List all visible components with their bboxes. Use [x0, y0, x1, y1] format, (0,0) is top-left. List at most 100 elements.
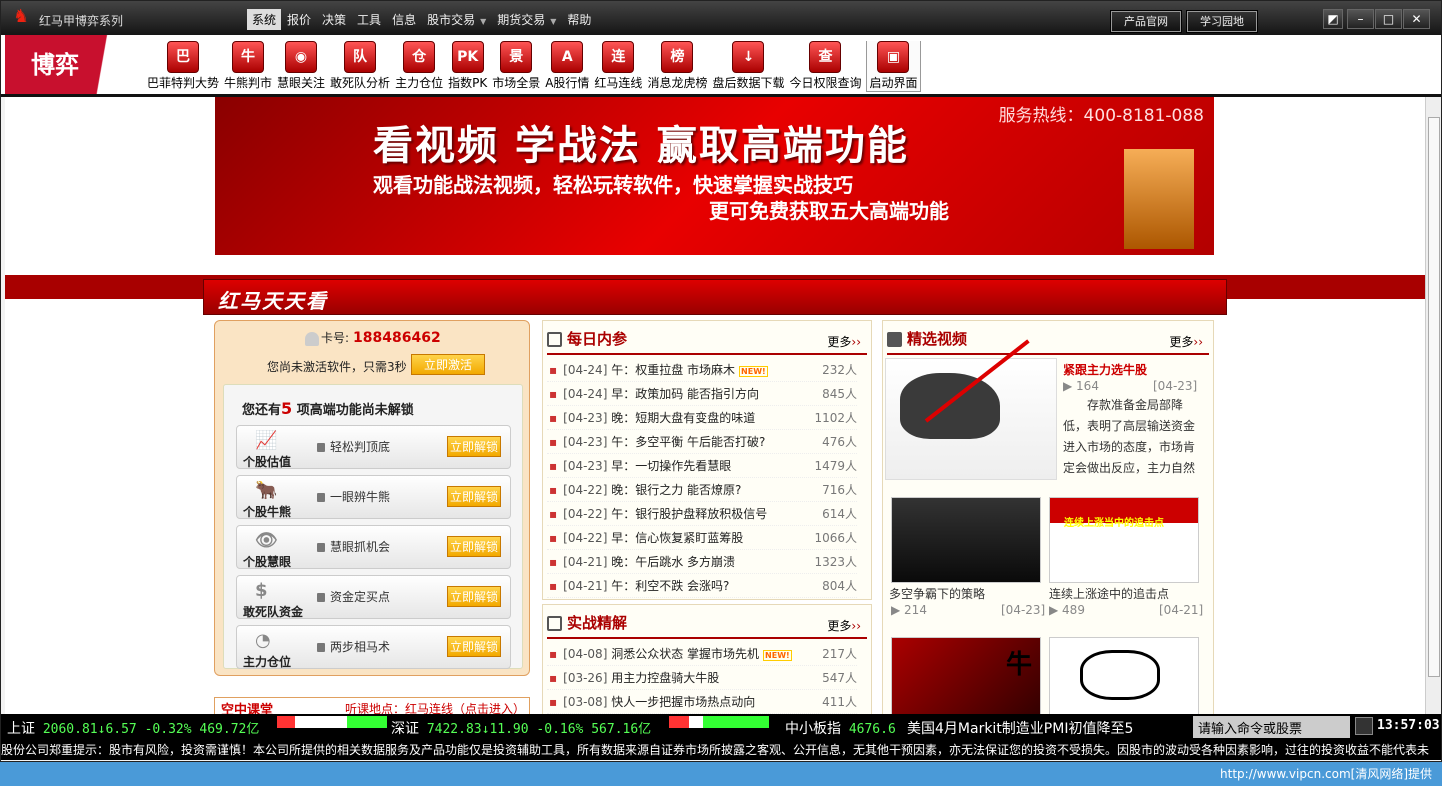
toolbar-button[interactable]: 队敢死队分析 — [330, 41, 390, 92]
bullet-icon: ▪ — [549, 363, 558, 377]
featured-video-title[interactable]: 紧跟主力选牛股 — [1063, 361, 1147, 378]
toolbar-button[interactable]: ◉ 慧眼关注 — [277, 41, 325, 92]
toolbar-button[interactable]: 连红马连线 — [594, 41, 642, 92]
news-item[interactable]: ▪ [04-23] 早：一切操作先看慧眼 1479人 — [547, 454, 857, 478]
news-item[interactable]: ▪ [04-21] 午：利空不跌 会涨吗? 804人 — [547, 574, 857, 598]
sh-index[interactable]: 上证 2060.81↓6.57 -0.32% 469.72亿 — [7, 718, 259, 738]
maximize-icon[interactable]: □ — [1375, 9, 1402, 29]
view-count: 217人 — [822, 647, 857, 661]
video-thumb-cow[interactable] — [1049, 637, 1199, 714]
locked-features-box: 您还有5 项高端功能尚未解锁 📈 个股估值 轻松判顶底 立即解锁 🐂 个股牛熊 一眼辨牛熊立… — [223, 384, 523, 669]
feature-name: 个股牛熊 — [243, 505, 292, 519]
news-title[interactable]: 晚：午后跳水 多方崩溃 — [611, 555, 735, 569]
toolbar-button[interactable]: A A股行情 — [545, 41, 589, 92]
toolbar-button[interactable]: 榜消息龙虎榜 — [647, 41, 707, 92]
menu-item[interactable]: 帮助 — [562, 9, 596, 30]
news-item[interactable]: ▪ [04-21] 晚：午后跳水 多方崩溃 1323人 — [547, 550, 857, 574]
unlock-button[interactable]: 立即解锁 — [447, 586, 502, 607]
news-item[interactable]: ▪ [03-26] 用主力控盘骑大牛股 547人 — [547, 666, 857, 690]
news-item[interactable]: ▪ [04-24] 早：政策加码 能否指引方向 845人 — [547, 382, 857, 406]
toolbar-button[interactable]: 景市场全景 — [492, 41, 540, 92]
skin-icon[interactable]: ◩ — [1323, 9, 1343, 29]
news-title[interactable]: 快人一步把握市场热点动向 — [611, 695, 755, 709]
toolbar-button[interactable]: 牛牛熊判市 — [224, 41, 272, 92]
video-thumb-bull[interactable]: 牛 — [891, 637, 1041, 714]
title-bar: ♞ 红马甲博弈系列 系统 报价 决策 工具 信息 股市交易 ▼ 期货交易 ▼ 帮助 产品官网 学习… — [1, 1, 1441, 35]
news-title[interactable]: 午：权重拉盘 市场麻木 — [611, 363, 735, 377]
unlock-button[interactable]: 立即解锁 — [447, 486, 502, 507]
study-garden-button[interactable]: 学习园地 — [1186, 10, 1258, 33]
sky-class-bar: 空中课堂 听课地点：红马连线（点击进入） — [214, 697, 530, 714]
unlock-button[interactable]: 立即解锁 — [447, 436, 502, 457]
news-title[interactable]: 晚：银行之力 能否燎原? — [611, 483, 741, 497]
videos-more-link[interactable]: 更多›› — [1169, 333, 1203, 350]
toolbar-button[interactable]: 仓主力仓位 — [395, 41, 443, 92]
menu-item[interactable]: 系统 — [247, 9, 282, 30]
news-date: [04-21] — [563, 555, 608, 569]
unlock-button[interactable]: 立即解锁 — [447, 536, 502, 557]
news-title[interactable]: 午：银行股护盘释放积极信号 — [611, 507, 767, 521]
news-title[interactable]: 午：多空平衡 午后能否打破? — [611, 435, 765, 449]
feature-desc: 慧眼抓机会 — [317, 538, 390, 555]
menu-item[interactable]: 报价 — [282, 9, 316, 30]
menu-item[interactable]: 信息 — [387, 9, 421, 30]
tool-list: 巴巴菲特判大势牛牛熊判市 ◉ 慧眼关注队敢死队分析仓主力仓位 PK 指数PK 景市场全景 A… — [147, 41, 926, 92]
menu-item[interactable]: 期货交易 ▼ — [492, 9, 561, 30]
video-caption[interactable]: 多空争霸下的策略 — [889, 585, 985, 602]
bullet-icon: ▪ — [549, 435, 558, 449]
sme-index[interactable]: 中小板指 4676.6 — [785, 718, 896, 738]
news-title[interactable]: 晚：短期大盘有变盘的味道 — [611, 411, 755, 425]
menu-item[interactable]: 股市交易 ▼ — [422, 9, 491, 30]
news-title[interactable]: 午：利空不跌 会涨吗? — [611, 579, 729, 593]
activate-button[interactable]: 立即激活 — [411, 354, 486, 375]
menu-item[interactable]: 工具 — [352, 9, 386, 30]
menu-item[interactable]: 决策 — [317, 9, 351, 30]
news-item[interactable]: ▪ [04-22] 晚：银行之力 能否燎原? 716人 — [547, 478, 857, 502]
tool-label: 启动界面 — [869, 76, 918, 90]
video-thumb-boxing[interactable] — [891, 497, 1041, 583]
product-site-button[interactable]: 产品官网 — [1110, 10, 1182, 33]
risk-notice-marquee: 股份公司郑重提示：股市有风险，投资需谨慎！本公司所提供的相关数据服务及产品功能仅… — [1, 740, 1441, 760]
toolbar-button[interactable]: ▣ 启动界面 — [866, 41, 921, 92]
news-title[interactable]: 早：政策加码 能否指引方向 — [611, 387, 759, 401]
news-title[interactable]: 洞悉公众状态 掌握市场先机 — [611, 647, 759, 661]
news-item[interactable]: ▪ [04-23] 午：多空平衡 午后能否打破? 476人 — [547, 430, 857, 454]
command-input[interactable]: 请输入命令或股票 — [1193, 716, 1350, 738]
sz-index[interactable]: 深证 7422.83↓11.90 -0.16% 567.16亿 — [391, 718, 651, 738]
news-date: [04-23] — [563, 411, 608, 425]
news-item[interactable]: ▪ [04-22] 早：信心恢复紧盯蓝筹股 1066人 — [547, 526, 857, 550]
sz-updown-bar — [669, 716, 779, 728]
toolbar-button[interactable]: 查今日权限查询 — [789, 41, 861, 92]
daily-brief-panel: 每日内参 更多›› ▪ [04-24] 午：权重拉盘 市场麻木 NEW! 232人 ▪ [… — [542, 320, 872, 600]
toolbar-button[interactable]: ↓ 盘后数据下载 — [712, 41, 784, 92]
news-item[interactable]: ▪ [04-24] 午：权重拉盘 市场麻木 NEW! 232人 — [547, 358, 857, 382]
video-caption[interactable]: 连续上涨途中的追击点 — [1049, 585, 1169, 602]
close-icon[interactable]: ✕ — [1403, 9, 1430, 29]
scrollbar-thumb[interactable] — [1428, 117, 1440, 677]
news-item[interactable]: ▪ [04-08] 洞悉公众状态 掌握市场先机 NEW! 217人 — [547, 642, 857, 666]
keyboard-icon[interactable] — [1355, 717, 1373, 735]
video-thumb-chase[interactable]: 连续上涨当中的追击点 — [1049, 497, 1199, 583]
news-ticker[interactable]: 美国4月Markit制造业PMI初值降至5 — [907, 718, 1133, 738]
news-item[interactable]: ▪ [04-23] 晚：短期大盘有变盘的味道 1102人 — [547, 406, 857, 430]
minimize-icon[interactable]: – — [1347, 9, 1374, 29]
news-item[interactable]: ▪ [03-08] 快人一步把握市场热点动向 411人 — [547, 690, 857, 714]
vertical-scrollbar[interactable] — [1425, 97, 1441, 714]
news-title[interactable]: 早：信心恢复紧盯蓝筹股 — [611, 531, 743, 545]
view-count: 1479人 — [814, 459, 857, 473]
card-number: 188486462 — [353, 330, 441, 346]
menu-bar: 系统 报价 决策 工具 信息 股市交易 ▼ 期货交易 ▼ 帮助 — [247, 9, 597, 30]
toolbar-button[interactable]: 巴巴菲特判大势 — [147, 41, 219, 92]
sky-class-link[interactable]: 听课地点：红马连线（点击进入） — [345, 700, 525, 714]
promo-banner[interactable]: 看视频 学战法 赢取高端功能 观看功能战法视频，轻松玩转软件，快速掌握实战技巧 … — [215, 97, 1214, 255]
unlock-button[interactable]: 立即解锁 — [447, 636, 502, 657]
news-title[interactable]: 用主力控盘骑大牛股 — [611, 671, 719, 685]
toolbar-button[interactable]: PK 指数PK — [448, 41, 487, 92]
news-item[interactable]: ▪ [04-22] 午：银行股护盘释放积极信号 614人 — [547, 502, 857, 526]
tactics-more-link[interactable]: 更多›› — [827, 617, 861, 634]
news-title[interactable]: 早：一切操作先看慧眼 — [611, 459, 731, 473]
daily-more-link[interactable]: 更多›› — [827, 333, 861, 350]
dropdown-arrow-icon: ▼ — [550, 17, 557, 26]
feature-desc-text: 轻松判顶底 — [330, 440, 391, 454]
featured-video-thumbnail[interactable] — [885, 339, 1057, 480]
